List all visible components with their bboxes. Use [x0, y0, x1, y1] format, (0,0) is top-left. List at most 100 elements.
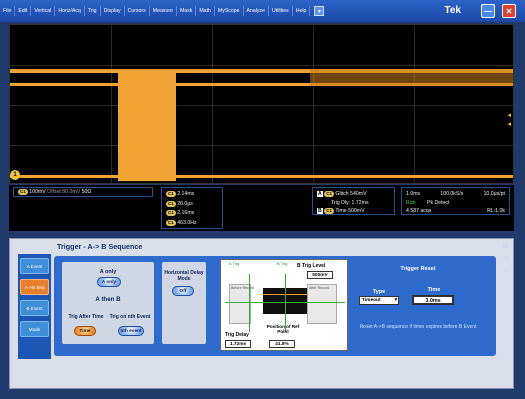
panel-collapse-left-icon[interactable]: ◁	[502, 253, 508, 262]
menu-bar: File Edit Vertical Horiz/Acq Trig Displa…	[0, 0, 525, 22]
channel-offset: Offset:80.0mV	[47, 189, 81, 195]
tab-a-event[interactable]: A Event	[20, 258, 49, 274]
reset-type-select[interactable]: Timeout ▾	[359, 296, 399, 305]
b-trigger-label: B	[317, 208, 323, 214]
acq-mode: Pk Detect	[426, 199, 450, 206]
before-record-box	[229, 284, 251, 324]
before-record-label: Before Record	[231, 286, 255, 290]
reset-time-value[interactable]: 3.0ms	[412, 295, 454, 305]
a-trigger-level: 540mV	[350, 191, 367, 197]
measurement-value: 463.0Hz	[177, 219, 197, 226]
a-only-button[interactable]: A only	[97, 277, 121, 287]
grid-line	[212, 25, 213, 183]
tab-mode[interactable]: Mode	[20, 321, 49, 337]
menu-analyze[interactable]: Analyze	[244, 6, 269, 16]
measurement-chip: C1	[166, 200, 176, 207]
trigger-level-arrow-icon[interactable]: ◂	[507, 111, 511, 119]
measurement-value: 20.0μs	[177, 200, 193, 207]
menu-help[interactable]: Help	[293, 6, 311, 16]
trig-delay-value[interactable]: 1.72ms	[225, 340, 251, 348]
menu-myscope[interactable]: MyScope	[215, 6, 244, 16]
record-length: RL:1.0k	[487, 208, 505, 214]
b-trig-level-label: B Trig Level	[297, 263, 326, 269]
channel-scale: 100mV	[29, 189, 46, 195]
grid-line	[10, 105, 513, 106]
measurement-value: 2.16ms	[177, 210, 195, 216]
trig-delay-label: Trig Delay	[225, 332, 249, 338]
horizontal-delay-label: Horizontal Delay Mode	[164, 270, 204, 282]
a-trigger-label: A	[317, 191, 323, 197]
menu-trig[interactable]: Trig	[85, 6, 101, 16]
trigger-sequence-diagram: Before Record After Record A Trig B Trig…	[220, 259, 348, 351]
b-trig-level-value[interactable]: 500mV	[307, 271, 333, 279]
time-button[interactable]: Time	[74, 326, 96, 336]
menu-vertical[interactable]: Vertical	[31, 6, 56, 16]
panel-collapse-right-icon[interactable]: ▷	[502, 265, 508, 274]
b-trig-label: B Trig	[277, 261, 288, 266]
tab-b-event[interactable]: B Event	[20, 300, 49, 316]
trigger-sequence-panel: Trigger - A-> B Sequence ⊗ ◁ ▷ A Event A…	[9, 238, 514, 389]
nth-event-button[interactable]: nth event	[118, 326, 144, 336]
menu-measure[interactable]: Measure	[150, 6, 177, 16]
measurement-chip: C1	[166, 219, 176, 226]
waveform-low-level	[10, 175, 118, 178]
run-status: Run	[406, 199, 416, 206]
b-trigger-value: 500mV	[348, 208, 365, 214]
measurement-chip: C1	[166, 210, 176, 216]
minimize-button[interactable]: —	[481, 4, 495, 18]
reset-time-label: Time	[427, 287, 441, 293]
channel-readout[interactable]: C1 100mV Offset:80.0mV 50Ω	[13, 187, 153, 197]
trig-after-time-label: Trig After Time	[68, 314, 104, 320]
trigger-readout[interactable]: A C1 Glitch 540mV Trig Dly: 1.72ms B C1 …	[312, 187, 395, 215]
ref-point-position-value[interactable]: 41.8%	[269, 340, 295, 348]
ref-point-position-label: Position of Ref Point	[266, 324, 300, 334]
acquisition-readout[interactable]: 1.0ms 100.0kS/s 10.0μs/pt Run Pk Detect …	[401, 187, 510, 215]
after-record-box	[307, 284, 337, 324]
menu-horiz-acq[interactable]: Horiz/Acq	[55, 6, 85, 16]
brand-logo: Tek	[444, 5, 462, 16]
a-trig-line	[249, 274, 250, 332]
trig-nth-event-label: Trig on nth Event	[109, 314, 151, 320]
menu-file[interactable]: File	[0, 6, 16, 16]
status-info-bar: C1 100mV Offset:80.0mV 50Ω C1 2.14ms C1 …	[9, 185, 514, 231]
sequence-section: A only A only A then B Trig After Time T…	[54, 256, 496, 356]
trigger-delay: Trig Dly: 1.72ms	[331, 199, 369, 206]
grid-line	[10, 65, 513, 66]
a-trigger-type: Glitch	[335, 191, 349, 197]
reset-type-value: Timeout	[362, 298, 381, 303]
tab-a-b-seq[interactable]: A->B Seq	[20, 279, 49, 295]
waveform-trace	[10, 83, 118, 86]
trigger-level-arrow-icon[interactable]: ◂	[507, 120, 511, 128]
channel-impedance: 50Ω	[81, 189, 92, 195]
grid-line	[111, 25, 112, 183]
grid-line	[313, 25, 314, 183]
close-button[interactable]: ✕	[502, 4, 516, 18]
acq-count: 4 587 acqs	[406, 208, 432, 214]
trigger-chip: C1	[324, 191, 334, 197]
waveform-display[interactable]: 1 ◂ ◂	[9, 24, 514, 184]
panel-title: Trigger - A-> B Sequence	[57, 242, 143, 251]
menu-mask[interactable]: Mask	[177, 6, 197, 16]
measurement-chip: C1	[166, 191, 176, 197]
waveform-dense-region	[310, 69, 513, 86]
panel-close-icon[interactable]: ⊗	[502, 241, 509, 250]
waveform-low-level	[176, 175, 513, 178]
waveform-glitch-region	[118, 73, 176, 181]
a-trig-label: A Trig	[229, 261, 240, 266]
menu-display[interactable]: Display	[101, 6, 125, 16]
measurement-readouts[interactable]: C1 2.14ms C1 20.0μs C1 2.16ms C1 463.0Hz	[161, 187, 223, 229]
channel-ground-marker[interactable]: 1	[10, 170, 20, 180]
trigger-reset-label: Trigger Reset	[400, 266, 436, 272]
a-then-b-label: A then B	[95, 296, 121, 303]
menu-cursors[interactable]: Cursors	[125, 6, 150, 16]
trigger-chip: C1	[324, 208, 334, 214]
menu-math[interactable]: Math	[196, 6, 215, 16]
reset-type-label: Type	[372, 289, 386, 295]
grid-line	[414, 25, 415, 183]
horizontal-delay-off-button[interactable]: Off	[172, 286, 194, 296]
after-record-label: After Record	[309, 286, 330, 290]
menu-dropdown-icon[interactable]: ▾	[314, 6, 325, 16]
menu-edit[interactable]: Edit	[15, 6, 32, 16]
menu-utilities[interactable]: Utilities	[269, 6, 293, 16]
grid-line	[10, 145, 513, 146]
